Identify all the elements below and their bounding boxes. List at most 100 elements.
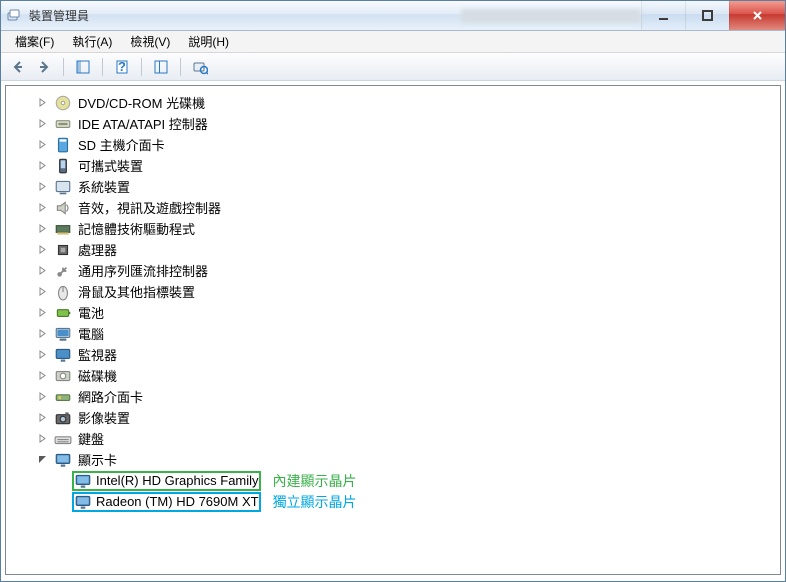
keyboard-icon	[54, 431, 72, 447]
usb-icon	[54, 263, 72, 279]
device-item[interactable]: Radeon (TM) HD 7690M XT 獨立顯示晶片	[6, 491, 780, 512]
category-label: 網路介面卡	[78, 387, 143, 406]
properties-button[interactable]	[150, 56, 172, 78]
disc-icon	[54, 95, 72, 111]
memory-icon	[54, 221, 72, 237]
device-category[interactable]: IDE ATA/ATAPI 控制器	[6, 113, 780, 134]
display-icon	[54, 452, 72, 468]
expand-icon[interactable]	[36, 286, 48, 298]
device-category[interactable]: 可攜式裝置	[6, 155, 780, 176]
device-category[interactable]: 記憶體技術驅動程式	[6, 218, 780, 239]
category-label: 可攜式裝置	[78, 156, 143, 175]
device-category[interactable]: DVD/CD-ROM 光碟機	[6, 92, 780, 113]
titlebar: 裝置管理員	[1, 1, 785, 31]
device-annotation: 獨立顯示晶片	[273, 492, 357, 512]
category-label: DVD/CD-ROM 光碟機	[78, 93, 205, 112]
device-category[interactable]: SD 主機介面卡	[6, 134, 780, 155]
device-item[interactable]: Intel(R) HD Graphics Family 內建顯示晶片	[6, 470, 780, 491]
nav-forward-button[interactable]	[33, 56, 55, 78]
category-label: 音效，視訊及遊戲控制器	[78, 198, 221, 217]
category-label: IDE ATA/ATAPI 控制器	[78, 114, 208, 133]
ide-icon	[54, 116, 72, 132]
menu-action[interactable]: 執行(A)	[64, 31, 120, 52]
toolbar-separator	[141, 58, 142, 76]
maximize-button[interactable]	[685, 1, 729, 30]
expand-icon[interactable]	[36, 160, 48, 172]
device-category[interactable]: 通用序列匯流排控制器	[6, 260, 780, 281]
category-label: 滑鼠及其他指標裝置	[78, 282, 195, 301]
device-category[interactable]: 磁碟機	[6, 365, 780, 386]
disk-icon	[54, 368, 72, 384]
scan-hardware-button[interactable]	[189, 56, 211, 78]
expand-icon[interactable]	[36, 97, 48, 109]
category-label: 通用序列匯流排控制器	[78, 261, 208, 280]
show-hide-tree-button[interactable]	[72, 56, 94, 78]
category-label: SD 主機介面卡	[78, 135, 165, 154]
expand-icon[interactable]	[36, 244, 48, 256]
category-label: 監視器	[78, 345, 117, 364]
expand-icon[interactable]	[36, 412, 48, 424]
device-highlight: Intel(R) HD Graphics Family	[72, 471, 261, 491]
device-label: Radeon (TM) HD 7690M XT	[96, 494, 259, 509]
device-category[interactable]: 處理器	[6, 239, 780, 260]
close-button[interactable]	[729, 1, 785, 30]
device-category[interactable]: 電池	[6, 302, 780, 323]
category-label: 鍵盤	[78, 429, 104, 448]
device-category[interactable]: 系統裝置	[6, 176, 780, 197]
help-button[interactable]: ?	[111, 56, 133, 78]
display-icon	[74, 473, 92, 489]
expand-icon[interactable]	[36, 307, 48, 319]
nav-back-button[interactable]	[7, 56, 29, 78]
device-annotation: 內建顯示晶片	[273, 471, 357, 491]
category-label: 系統裝置	[78, 177, 130, 196]
device-category[interactable]: 影像裝置	[6, 407, 780, 428]
window-title: 裝置管理員	[29, 7, 453, 24]
computer-icon	[54, 326, 72, 342]
svg-text:?: ?	[118, 59, 126, 74]
device-category[interactable]: 鍵盤	[6, 428, 780, 449]
device-manager-window: 裝置管理員 檔案(F) 執行(A) 檢視(V) 說明(H) ? DVD/CD-R…	[0, 0, 786, 582]
expand-icon[interactable]	[36, 118, 48, 130]
battery-icon	[54, 305, 72, 321]
device-category[interactable]: 顯示卡	[6, 449, 780, 470]
monitor-icon	[54, 347, 72, 363]
expand-icon[interactable]	[36, 181, 48, 193]
menu-help[interactable]: 說明(H)	[180, 31, 237, 52]
menu-file[interactable]: 檔案(F)	[7, 31, 62, 52]
device-category[interactable]: 電腦	[6, 323, 780, 344]
category-label: 電池	[78, 303, 104, 322]
imaging-icon	[54, 410, 72, 426]
toolbar: ?	[1, 53, 785, 81]
category-label: 處理器	[78, 240, 117, 259]
expand-icon[interactable]	[36, 139, 48, 151]
display-icon	[74, 494, 92, 510]
category-label: 電腦	[78, 324, 104, 343]
expand-icon[interactable]	[36, 433, 48, 445]
titlebar-blur-extra	[461, 9, 641, 23]
expand-icon[interactable]	[36, 202, 48, 214]
collapse-icon[interactable]	[36, 454, 48, 466]
device-label: Intel(R) HD Graphics Family	[96, 473, 259, 488]
expand-icon[interactable]	[36, 391, 48, 403]
minimize-button[interactable]	[641, 1, 685, 30]
expand-icon[interactable]	[36, 328, 48, 340]
network-icon	[54, 389, 72, 405]
device-category[interactable]: 監視器	[6, 344, 780, 365]
device-tree[interactable]: DVD/CD-ROM 光碟機 IDE ATA/ATAPI 控制器 SD 主機介面卡可…	[5, 85, 781, 575]
category-label: 影像裝置	[78, 408, 130, 427]
expand-icon[interactable]	[36, 349, 48, 361]
device-category[interactable]: 網路介面卡	[6, 386, 780, 407]
menu-view[interactable]: 檢視(V)	[122, 31, 178, 52]
expand-icon[interactable]	[36, 223, 48, 235]
toolbar-separator	[63, 58, 64, 76]
device-highlight: Radeon (TM) HD 7690M XT	[72, 492, 261, 512]
expand-icon[interactable]	[36, 370, 48, 382]
device-category[interactable]: 音效，視訊及遊戲控制器	[6, 197, 780, 218]
sd-icon	[54, 137, 72, 153]
category-label: 磁碟機	[78, 366, 117, 385]
toolbar-separator	[102, 58, 103, 76]
expand-icon[interactable]	[36, 265, 48, 277]
app-icon	[7, 8, 23, 24]
toolbar-separator	[180, 58, 181, 76]
device-category[interactable]: 滑鼠及其他指標裝置	[6, 281, 780, 302]
